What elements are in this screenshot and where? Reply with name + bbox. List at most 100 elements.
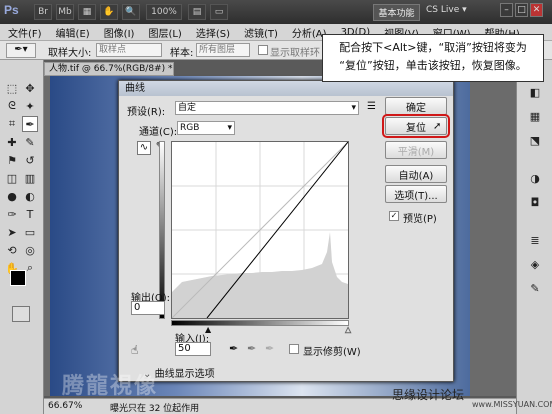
history-brush-icon[interactable]: ↺ xyxy=(22,152,38,168)
foreground-color-swatch[interactable] xyxy=(10,270,26,286)
preview-checkbox[interactable]: ✓ xyxy=(389,211,399,221)
menu-filter[interactable]: 滤镜(T) xyxy=(244,25,278,40)
lasso-tool-icon[interactable]: ᘓ xyxy=(4,98,20,114)
chevron-down-icon: ▾ xyxy=(351,103,356,113)
path-select-icon[interactable]: ➤ xyxy=(4,224,20,240)
screen-mode-icon[interactable]: ▭ xyxy=(210,4,228,20)
sample-size-select[interactable]: 取样点 xyxy=(96,43,162,57)
maximize-icon[interactable]: □ xyxy=(515,3,528,17)
sample-size-label: 取样大小: xyxy=(48,48,92,59)
quick-mask-icon[interactable] xyxy=(12,306,30,322)
menu-image[interactable]: 图像(I) xyxy=(104,25,135,40)
smooth-button[interactable]: 平滑(M) xyxy=(385,141,447,159)
3d-orbit-icon[interactable]: ◎ xyxy=(22,242,38,258)
sample-select[interactable]: 所有图层 xyxy=(196,43,250,57)
output-field[interactable]: 0 xyxy=(131,301,165,315)
styles-panel-icon[interactable]: ⬔ xyxy=(527,132,543,148)
blur-tool-icon[interactable]: ● xyxy=(4,188,20,204)
minibridge-icon[interactable]: Mb xyxy=(56,4,74,20)
dodge-tool-icon[interactable]: ◐ xyxy=(22,188,38,204)
sample-value: 所有图层 xyxy=(199,45,236,55)
instruction-callout: 配合按下<Alt>键，“取消”按钮将变为 “复位”按钮，单击该按钮，恢复图像。 xyxy=(322,34,544,82)
mouse-cursor-icon: ➚ xyxy=(433,121,442,132)
pen-tool-icon[interactable]: ✑ xyxy=(4,206,20,222)
preset-select[interactable]: 自定 ▾ xyxy=(175,101,359,115)
3d-rotate-icon[interactable]: ⟲ xyxy=(4,242,20,258)
cs-live-button[interactable]: CS Live ▾ xyxy=(426,5,467,15)
brush-tool-icon[interactable]: ✎ xyxy=(22,134,38,150)
layers-panel-icon[interactable]: ≣ xyxy=(527,232,543,248)
sample-size-value: 取样点 xyxy=(99,45,127,55)
eraser-tool-icon[interactable]: ◫ xyxy=(4,170,20,186)
workspace-button[interactable]: 基本功能 xyxy=(373,4,420,21)
clone-stamp-icon[interactable]: ⚑ xyxy=(4,152,20,168)
menu-select[interactable]: 选择(S) xyxy=(196,25,230,40)
shape-tool-icon[interactable]: ▭ xyxy=(22,224,38,240)
right-panel-dock: ◧ ▦ ⬔ ◑ ◘ ≣ ◈ ✎ xyxy=(516,60,552,414)
on-image-adjust-icon[interactable]: ☝ xyxy=(131,343,138,357)
arrange-icon[interactable]: ▤ xyxy=(188,4,206,20)
curve-options-label: 曲线显示选项 xyxy=(154,369,215,380)
color-panel-icon[interactable]: ◧ xyxy=(527,84,543,100)
curves-graph[interactable] xyxy=(171,141,349,319)
document-tab-title: 人物.tif @ 66.7%(RGB/8#) * xyxy=(49,64,173,74)
minimize-icon[interactable]: – xyxy=(500,3,513,17)
show-ring-checkbox[interactable] xyxy=(258,45,268,55)
document-tab[interactable]: 人物.tif @ 66.7%(RGB/8#) * xyxy=(44,62,174,76)
tool-preset-picker[interactable]: ✒▾ xyxy=(6,43,36,58)
show-clipping-label: 显示修剪(W) xyxy=(303,347,361,358)
cs-live-label: CS Live xyxy=(426,5,460,15)
menu-edit[interactable]: 编辑(E) xyxy=(56,25,90,40)
curve-point-icon[interactable]: ∿ xyxy=(137,141,151,155)
channels-panel-icon[interactable]: ◈ xyxy=(527,256,543,272)
dialog-title: 曲线 xyxy=(119,81,453,96)
channel-label: 通道(C): xyxy=(139,127,178,138)
gray-eyedropper-icon[interactable]: ✒ xyxy=(247,342,256,355)
menu-file[interactable]: 文件(F) xyxy=(8,25,42,40)
input-gradient-bar xyxy=(171,320,349,326)
zoom-field[interactable]: 66.67% xyxy=(48,401,82,411)
hand-tool-icon[interactable]: ✋ xyxy=(100,4,118,20)
auto-button[interactable]: 自动(A) xyxy=(385,165,447,183)
layout-icon[interactable]: ▦ xyxy=(78,4,96,20)
eyedropper-tool-icon[interactable]: ✒ xyxy=(22,116,38,132)
gradient-tool-icon[interactable]: ▥ xyxy=(22,170,38,186)
black-eyedropper-icon[interactable]: ✒ xyxy=(229,342,238,355)
masks-panel-icon[interactable]: ◘ xyxy=(527,194,543,210)
app-title-bar: Ps Br Mb ▦ ✋ 🔍 100% ▤ ▭ 基本功能 CS Live ▾ –… xyxy=(0,0,552,24)
crop-tool-icon[interactable]: ⌗ xyxy=(4,116,20,132)
bridge-icon[interactable]: Br xyxy=(34,4,52,20)
show-ring-label: 显示取样环 xyxy=(270,48,320,59)
chevron-down-icon: ▾ xyxy=(227,123,232,133)
tools-grid: ⬚ ✥ ᘓ ✦ ⌗ ✒ ✚ ✎ ⚑ ↺ ◫ ▥ ● ◐ ✑ T ➤ ▭ ⟲ ◎ … xyxy=(4,80,38,276)
curves-dialog: 曲线 预设(R): 自定▾ ☰ 通道(C): RGB▾ ∿ ✎ ▲ △ 输出(O… xyxy=(118,80,454,382)
options-button[interactable]: 选项(T)... xyxy=(385,185,447,203)
preset-value: 自定 xyxy=(178,103,197,113)
close-icon[interactable]: ✕ xyxy=(530,3,543,17)
adjustments-panel-icon[interactable]: ◑ xyxy=(527,170,543,186)
callout-line-1: 配合按下<Alt>键，“取消”按钮将变为 xyxy=(339,41,527,54)
ok-button[interactable]: 确定 xyxy=(385,97,447,115)
move-tool-icon[interactable]: ✥ xyxy=(22,80,38,96)
show-clipping-checkbox[interactable] xyxy=(289,344,299,354)
tools-panel: ⬚ ✥ ᘓ ✦ ⌗ ✒ ✚ ✎ ⚑ ↺ ◫ ▥ ● ◐ ✑ T ➤ ▭ ⟲ ◎ … xyxy=(0,60,44,414)
white-eyedropper-icon[interactable]: ✒ xyxy=(265,342,274,355)
zoom-level-menu[interactable]: 100% xyxy=(146,4,182,20)
white-point-slider[interactable]: △ xyxy=(345,325,352,335)
sample-label: 样本: xyxy=(170,48,194,59)
preset-options-icon[interactable]: ☰ xyxy=(367,101,376,112)
menu-layer[interactable]: 图层(L) xyxy=(148,25,181,40)
watermark-site: 思缘设计论坛 xyxy=(392,388,465,402)
curves-graph-svg xyxy=(171,141,349,319)
channel-select[interactable]: RGB ▾ xyxy=(177,121,235,135)
healing-brush-icon[interactable]: ✚ xyxy=(4,134,20,150)
input-field[interactable]: 50 xyxy=(175,342,211,356)
paths-panel-icon[interactable]: ✎ xyxy=(527,280,543,296)
type-tool-icon[interactable]: T xyxy=(22,206,38,222)
photoshop-logo: Ps xyxy=(4,3,19,17)
magic-wand-icon[interactable]: ✦ xyxy=(22,98,38,114)
swatches-panel-icon[interactable]: ▦ xyxy=(527,108,543,124)
zoom-tool-icon[interactable]: 🔍 xyxy=(122,4,140,20)
marquee-tool-icon[interactable]: ⬚ xyxy=(4,80,20,96)
preset-label: 预设(R): xyxy=(127,107,166,118)
